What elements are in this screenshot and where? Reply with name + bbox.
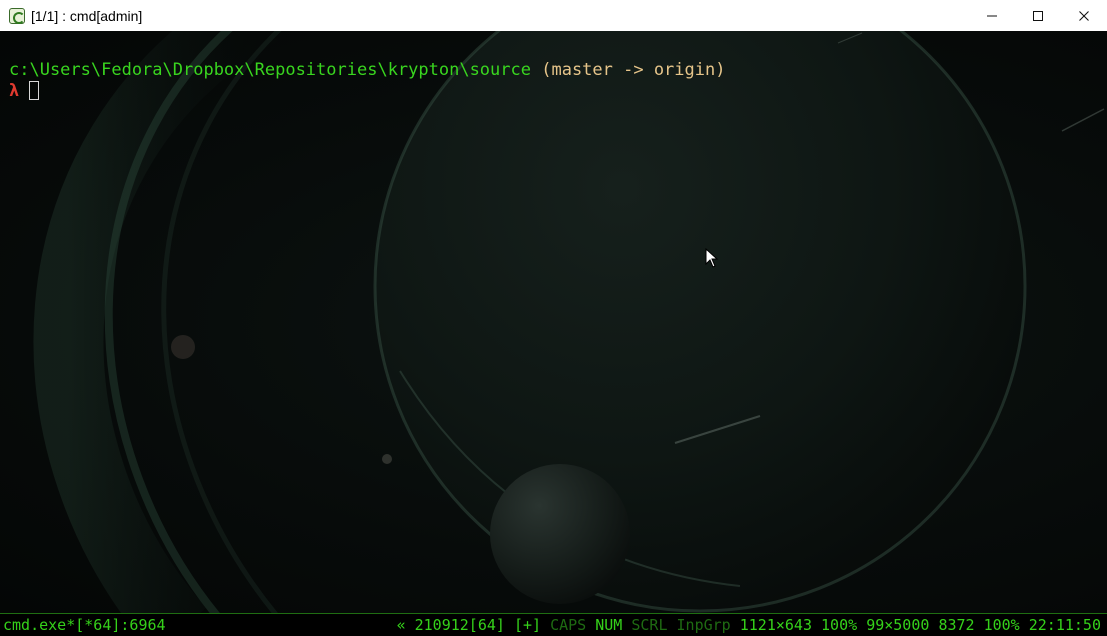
status-scrl[interactable]: SCRL (631, 614, 667, 636)
minimize-icon (987, 15, 997, 16)
close-icon (1079, 10, 1089, 21)
prompt-symbol: λ (9, 81, 20, 101)
status-time[interactable]: 22:11:50 (1029, 614, 1101, 636)
input-line[interactable]: λ (9, 81, 40, 101)
window-title: [1/1] : cmd[admin] (31, 7, 143, 24)
status-bar: cmd.exe*[*64]:6964 « 210912[64] [+] CAPS… (0, 613, 1107, 636)
status-buffer[interactable]: 99×5000 (866, 614, 929, 636)
git-branch-indicator: (master -> origin) (541, 60, 726, 80)
maximize-button[interactable] (1015, 0, 1061, 31)
status-indicators: « 210912[64] [+] CAPS NUM SCRL InpGrp 11… (397, 614, 1101, 636)
close-button[interactable] (1061, 0, 1107, 31)
minimize-button[interactable] (969, 0, 1015, 31)
conemu-window: [1/1] : cmd[admin] c:\Users\Fedora\Dropb… (0, 0, 1107, 636)
status-window-size[interactable]: 1121×643 (740, 614, 812, 636)
prompt-line: c:\Users\Fedora\Dropbox\Repositories\kry… (9, 60, 725, 80)
status-process[interactable]: cmd.exe*[*64]:6964 (3, 614, 166, 636)
status-build[interactable]: 210912[64] (415, 614, 505, 636)
space-background-image (33, 31, 1105, 613)
terminal-console[interactable]: c:\Users\Fedora\Dropbox\Repositories\kry… (0, 31, 1107, 613)
status-transparency[interactable]: 100% (984, 614, 1020, 636)
status-plus[interactable]: [+] (514, 614, 541, 636)
title-bar[interactable]: [1/1] : cmd[admin] (0, 0, 1107, 31)
prompt-path: c:\Users\Fedora\Dropbox\Repositories\kry… (9, 60, 531, 80)
status-zoom[interactable]: 100% (821, 614, 857, 636)
status-caps[interactable]: CAPS (550, 614, 586, 636)
maximize-icon (1033, 10, 1043, 21)
app-icon[interactable] (9, 7, 25, 24)
mouse-pointer-icon (705, 248, 719, 268)
status-num[interactable]: NUM (595, 614, 622, 636)
status-inpgrp[interactable]: InpGrp (677, 614, 731, 636)
status-pid[interactable]: 8372 (938, 614, 974, 636)
text-cursor[interactable] (29, 81, 40, 100)
status-scroll-marker[interactable]: « (397, 614, 406, 636)
